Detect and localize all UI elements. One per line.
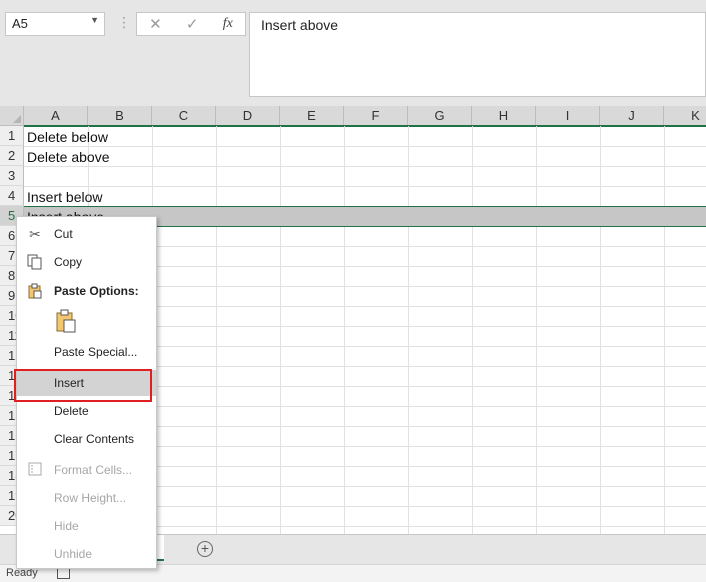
close-icon[interactable]: ✕ — [149, 15, 162, 33]
gridline — [536, 126, 537, 534]
cell-a1[interactable]: Delete below — [27, 127, 108, 147]
menu-label-copy: Copy — [54, 255, 83, 269]
gridline — [24, 146, 706, 147]
cell-a4[interactable]: Insert below — [27, 187, 102, 207]
format-cells-icon — [27, 462, 43, 478]
menu-label-cut: Cut — [54, 227, 73, 241]
row-header-4[interactable]: 4 — [0, 186, 24, 206]
column-header-f[interactable]: F — [344, 106, 408, 126]
formula-bar-area: A5 ▼ ⋮ ✕ ✓ fx Insert above — [0, 0, 706, 106]
selection-indicator — [24, 125, 706, 127]
more-icon[interactable]: ⋮ — [117, 14, 131, 31]
menu-item-paste-options: Paste Options: — [17, 278, 156, 304]
menu-item-clear-contents[interactable]: Clear Contents — [17, 426, 156, 452]
add-sheet-icon[interactable]: + — [197, 541, 213, 557]
name-box[interactable]: A5 ▼ — [5, 12, 105, 36]
menu-item-unhide[interactable]: Unhide — [17, 541, 156, 567]
menu-label-paste-special: Paste Special... — [54, 345, 138, 359]
menu-item-hide[interactable]: Hide — [17, 513, 156, 539]
row-header-1[interactable]: 1 — [0, 126, 24, 146]
menu-label-hide: Hide — [54, 519, 79, 533]
menu-label-clear-contents: Clear Contents — [54, 432, 135, 446]
column-header-h[interactable]: H — [472, 106, 536, 126]
menu-item-delete[interactable]: Delete — [17, 398, 156, 424]
macro-record-icon[interactable] — [57, 568, 70, 579]
paste-clipboard-icon[interactable] — [55, 309, 77, 333]
menu-label-delete: Delete — [54, 404, 89, 418]
column-header-g[interactable]: G — [408, 106, 472, 126]
column-header-c[interactable]: C — [152, 106, 216, 126]
gridline — [24, 166, 706, 167]
row-header-3[interactable]: 3 — [0, 166, 24, 186]
clipboard-icon — [27, 283, 43, 299]
menu-label-paste-options: Paste Options: — [54, 284, 139, 298]
menu-item-row-height[interactable]: Row Height... — [17, 485, 156, 511]
menu-item-paste-special[interactable]: Paste Special... — [17, 339, 156, 365]
context-menu: ✂ Cut Copy Paste Options: Paste Special.… — [14, 216, 157, 569]
copy-icon — [27, 254, 43, 270]
column-header-k[interactable]: K — [664, 106, 706, 126]
check-icon[interactable]: ✓ — [186, 15, 199, 33]
gridline — [280, 126, 281, 534]
menu-label-unhide: Unhide — [54, 547, 93, 561]
menu-label-row-height: Row Height... — [54, 491, 127, 505]
menu-item-format-cells[interactable]: Format Cells... — [17, 457, 156, 483]
formula-buttons: ✕ ✓ fx — [136, 12, 246, 36]
gridline — [344, 126, 345, 534]
column-header-j[interactable]: J — [600, 106, 664, 126]
column-header-i[interactable]: I — [536, 106, 600, 126]
gridline — [664, 126, 665, 534]
menu-item-copy[interactable]: Copy — [17, 249, 156, 275]
column-header-e[interactable]: E — [280, 106, 344, 126]
menu-item-cut[interactable]: ✂ Cut — [17, 221, 156, 247]
select-all-button[interactable] — [0, 106, 24, 126]
insert-function-icon[interactable]: fx — [223, 16, 233, 32]
gridline — [24, 186, 706, 187]
column-header-d[interactable]: D — [216, 106, 280, 126]
name-box-value: A5 — [12, 16, 28, 31]
menu-label-format-cells: Format Cells... — [54, 463, 133, 477]
scissors-icon: ✂ — [29, 226, 41, 242]
column-header-b[interactable]: B — [88, 106, 152, 126]
gridline — [408, 126, 409, 534]
gridline — [216, 126, 217, 534]
column-header-a[interactable]: A — [24, 106, 88, 126]
row-header-2[interactable]: 2 — [0, 146, 24, 166]
gridline — [472, 126, 473, 534]
chevron-down-icon[interactable]: ▼ — [90, 15, 99, 25]
formula-input[interactable]: Insert above — [249, 12, 706, 97]
cell-a2[interactable]: Delete above — [27, 147, 110, 167]
formula-text: Insert above — [261, 17, 339, 33]
gridline — [600, 126, 601, 534]
